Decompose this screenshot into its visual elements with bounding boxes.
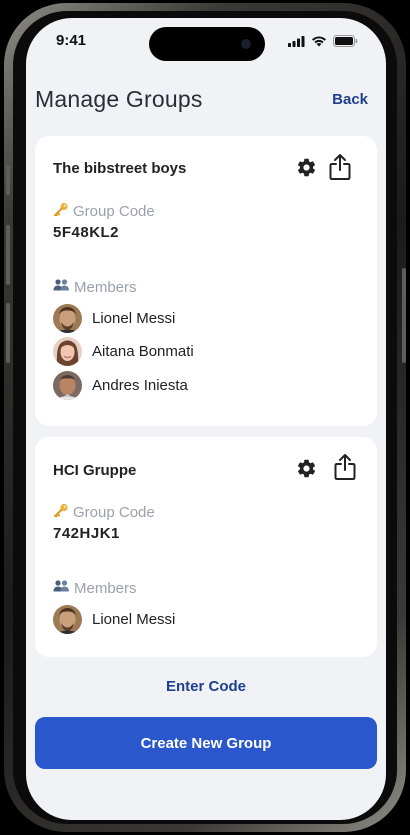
signal-icon xyxy=(288,34,305,52)
group-name: HCI Gruppe xyxy=(53,462,137,479)
members-label: Members xyxy=(53,579,137,597)
members-label: Members xyxy=(53,278,137,296)
page-title: Manage Groups xyxy=(35,86,203,112)
member-name: Andres Iniesta xyxy=(92,377,188,394)
group-code-label: Group Code xyxy=(53,202,155,220)
member-name: Aitana Bonmati xyxy=(92,343,194,360)
member-name: Lionel Messi xyxy=(92,310,176,327)
group-name: The bibstreet boys xyxy=(53,160,187,177)
status-time: 9:41 xyxy=(56,32,87,49)
group-card: The bibstreet boys Group Code 5F48KL2 Me… xyxy=(35,136,377,426)
members-icon xyxy=(53,579,70,597)
share-icon[interactable] xyxy=(328,153,352,186)
avatar xyxy=(53,605,82,634)
avatar xyxy=(53,304,82,333)
dynamic-island xyxy=(149,27,265,61)
back-button[interactable]: Back xyxy=(332,91,368,108)
volume-up-button xyxy=(6,225,10,285)
share-icon[interactable] xyxy=(333,453,357,486)
group-code-value: 5F48KL2 xyxy=(53,224,120,241)
key-icon xyxy=(53,503,69,521)
group-code-label: Group Code xyxy=(53,503,155,521)
battery-icon xyxy=(333,34,358,52)
gear-icon[interactable] xyxy=(296,458,317,484)
member-item: Aitana Bonmati xyxy=(53,337,194,366)
avatar xyxy=(53,337,82,366)
power-button xyxy=(402,268,406,363)
avatar xyxy=(53,371,82,400)
member-item: Lionel Messi xyxy=(53,304,175,333)
volume-down-button xyxy=(6,303,10,363)
enter-code-link[interactable]: Enter Code xyxy=(26,678,386,695)
members-icon xyxy=(53,278,70,296)
group-card: HCI Gruppe Group Code 742HJK1 Members Li… xyxy=(35,437,377,657)
group-code-value: 742HJK1 xyxy=(53,525,120,542)
member-item: Lionel Messi xyxy=(53,605,175,634)
member-name: Lionel Messi xyxy=(92,611,176,628)
gear-icon[interactable] xyxy=(296,157,317,183)
action-button xyxy=(6,165,10,195)
status-icons xyxy=(288,34,358,52)
member-item: Andres Iniesta xyxy=(53,371,188,400)
app-screen: 9:41 Manage Groups Back The bibstreet bo… xyxy=(26,18,386,820)
wifi-icon xyxy=(311,34,327,52)
key-icon xyxy=(53,202,69,220)
create-new-group-button[interactable]: Create New Group xyxy=(35,717,377,769)
